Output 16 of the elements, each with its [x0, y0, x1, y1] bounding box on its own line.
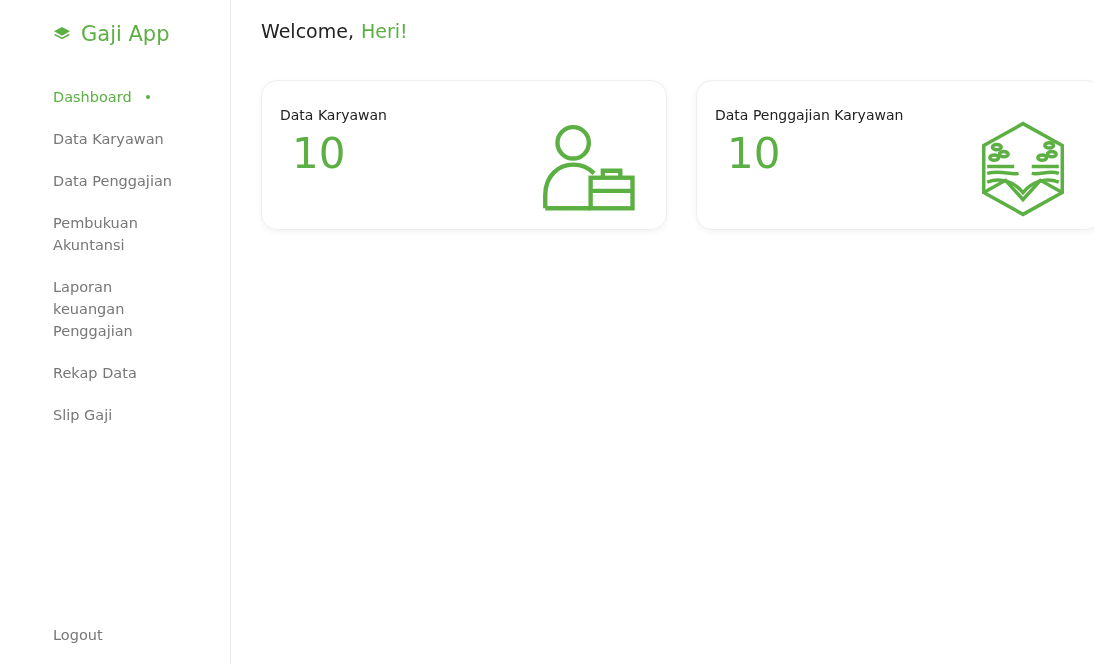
nav-item[interactable]: Slip Gaji — [53, 404, 173, 426]
card-value: 10 — [291, 133, 347, 175]
layers-icon — [53, 26, 71, 42]
card-title: Data Karyawan — [280, 107, 387, 123]
welcome-text: Welcome, — [261, 20, 354, 42]
card-title: Data Penggajian Karyawan — [715, 107, 904, 123]
user-name: Heri! — [360, 20, 408, 42]
nav-item[interactable]: Dashboard — [53, 86, 230, 108]
nav-item[interactable]: Pembukuan Akuntansi — [53, 212, 173, 256]
card-value: 10 — [726, 133, 782, 175]
nav-item[interactable]: Data Penggajian — [53, 170, 173, 192]
nav-item[interactable]: Data Karyawan — [53, 128, 173, 150]
nav-item[interactable]: Rekap Data — [53, 362, 173, 384]
logout-link[interactable]: Logout — [53, 624, 173, 646]
app-name: Gaji App — [81, 22, 170, 46]
nav-item[interactable]: Laporan keuangan Penggajian — [53, 276, 173, 342]
